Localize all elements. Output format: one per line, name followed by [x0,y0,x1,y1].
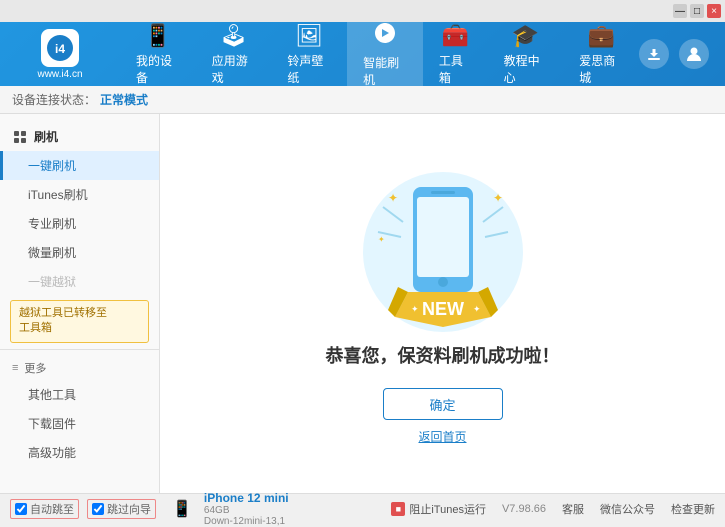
device-info-area: 📱 iPhone 12 mini 64GB Down-12mini-13,1 [172,491,289,527]
skip-guide-checkbox[interactable]: 跳过向导 [87,499,156,519]
skip-guide-input[interactable] [92,503,104,515]
app-header: i4 www.i4.cn 📱 我的设备 🕹 应用游戏 🖼 铃声壁纸 智能刷机 [0,22,725,86]
back-link[interactable]: 返回首页 [418,428,466,445]
svg-text:✦: ✦ [473,304,481,314]
svg-text:NEW: NEW [422,299,464,319]
svg-text:i4: i4 [55,42,65,56]
sidebar-item-itunes-flash[interactable]: iTunes刷机 [0,180,159,209]
device-phone-icon: 📱 [172,499,192,519]
sidebar-item-one-click-flash[interactable]: 一键刷机 [0,151,159,180]
status-value: 正常模式 [100,91,148,108]
nav-toolbox[interactable]: 🧰 工具箱 [423,22,488,86]
close-button[interactable]: × [707,4,721,18]
itunes-stop-area: ■ 阻止iTunes运行 [391,501,486,517]
sidebar: 刷机 一键刷机 iTunes刷机 专业刷机 微量刷机 一键越狱 越狱工具已转移至… [0,114,160,493]
support-link[interactable]: 客服 [562,501,584,517]
sidebar-divider [0,349,159,350]
confirm-button[interactable]: 确定 [383,388,503,420]
nav-my-device[interactable]: 📱 我的设备 [120,22,196,86]
nav-apps-games[interactable]: 🕹 应用游戏 [196,22,272,86]
nav-wallpaper[interactable]: 🖼 铃声壁纸 [271,22,347,86]
itunes-stop-label: 阻止iTunes运行 [409,501,486,517]
device-info: iPhone 12 mini 64GB Down-12mini-13,1 [204,491,289,527]
device-firmware: Down-12mini-13,1 [204,516,289,527]
auto-jump-checkbox[interactable]: 自动跳至 [10,499,79,519]
svg-text:✦: ✦ [388,191,398,205]
svg-text:✦: ✦ [411,304,419,314]
nav-shop[interactable]: 💼 爱思商城 [563,22,639,86]
tutorial-icon: 🎓 [512,23,539,49]
main-area: 刷机 一键刷机 iTunes刷机 专业刷机 微量刷机 一键越狱 越狱工具已转移至… [0,114,725,493]
nav-bar: 📱 我的设备 🕹 应用游戏 🖼 铃声壁纸 智能刷机 🧰 工具箱 🎓 教程中心 [120,22,639,86]
title-bar: — □ × [0,0,725,22]
toolbox-icon: 🧰 [442,23,469,49]
auto-jump-input[interactable] [15,503,27,515]
logo-area: i4 www.i4.cn [0,29,120,80]
bottom-left-area: 自动跳至 跳过向导 📱 iPhone 12 mini 64GB Down-12m… [10,491,391,527]
flash-section-title: 刷机 [0,122,159,151]
logo-icon: i4 [41,29,79,67]
status-bar: 设备连接状态： 正常模式 [0,86,725,114]
sidebar-item-download-firmware[interactable]: 下载固件 [0,409,159,438]
itunes-stop-icon: ■ [391,502,405,516]
header-right [639,39,725,69]
wechat-link[interactable]: 微信公众号 [600,501,655,517]
maximize-button[interactable]: □ [690,4,704,18]
sidebar-item-pro-flash[interactable]: 专业刷机 [0,209,159,238]
download-button[interactable] [639,39,669,69]
sidebar-item-ota-flash[interactable]: 微量刷机 [0,238,159,267]
wallpaper-icon: 🖼 [295,23,323,49]
more-section-title: ≡ 更多 [0,356,159,380]
nav-smart-flash[interactable]: 智能刷机 [347,22,423,86]
device-storage: 64GB [204,505,289,516]
minimize-button[interactable]: — [673,4,687,18]
apps-icon: 🕹 [220,23,248,49]
sidebar-item-jailbreak: 一键越狱 [0,267,159,296]
main-content: ✦ ✦ ✦ NEW ✦ ✦ 恭喜您，保资料刷机成功啦！ 确定 返回首页 [160,114,725,493]
svg-text:✦: ✦ [493,191,503,205]
sidebar-item-advanced[interactable]: 高级功能 [0,438,159,467]
nav-tutorial[interactable]: 🎓 教程中心 [488,22,564,86]
smart-flash-icon [373,21,397,51]
svg-text:✦: ✦ [378,235,385,244]
version-label: V7.98.66 [502,503,546,515]
hero-illustration: ✦ ✦ ✦ NEW ✦ ✦ [343,162,543,342]
device-name: iPhone 12 mini [204,491,289,505]
bottom-bar: 自动跳至 跳过向导 📱 iPhone 12 mini 64GB Down-12m… [0,493,725,523]
success-message: 恭喜您，保资料刷机成功啦！ [326,342,560,368]
my-device-icon: 📱 [144,23,171,49]
shop-icon: 💼 [587,23,614,49]
bottom-right-area: ■ 阻止iTunes运行 V7.98.66 客服 微信公众号 检查更新 [391,501,715,517]
logo-text: www.i4.cn [37,69,82,80]
jailbreak-warning: 越狱工具已转移至工具箱 [10,300,149,343]
sidebar-item-other-tools[interactable]: 其他工具 [0,380,159,409]
status-label: 设备连接状态： [12,91,96,108]
check-update-link[interactable]: 检查更新 [671,501,715,517]
flash-section-icon [12,129,28,145]
user-button[interactable] [679,39,709,69]
